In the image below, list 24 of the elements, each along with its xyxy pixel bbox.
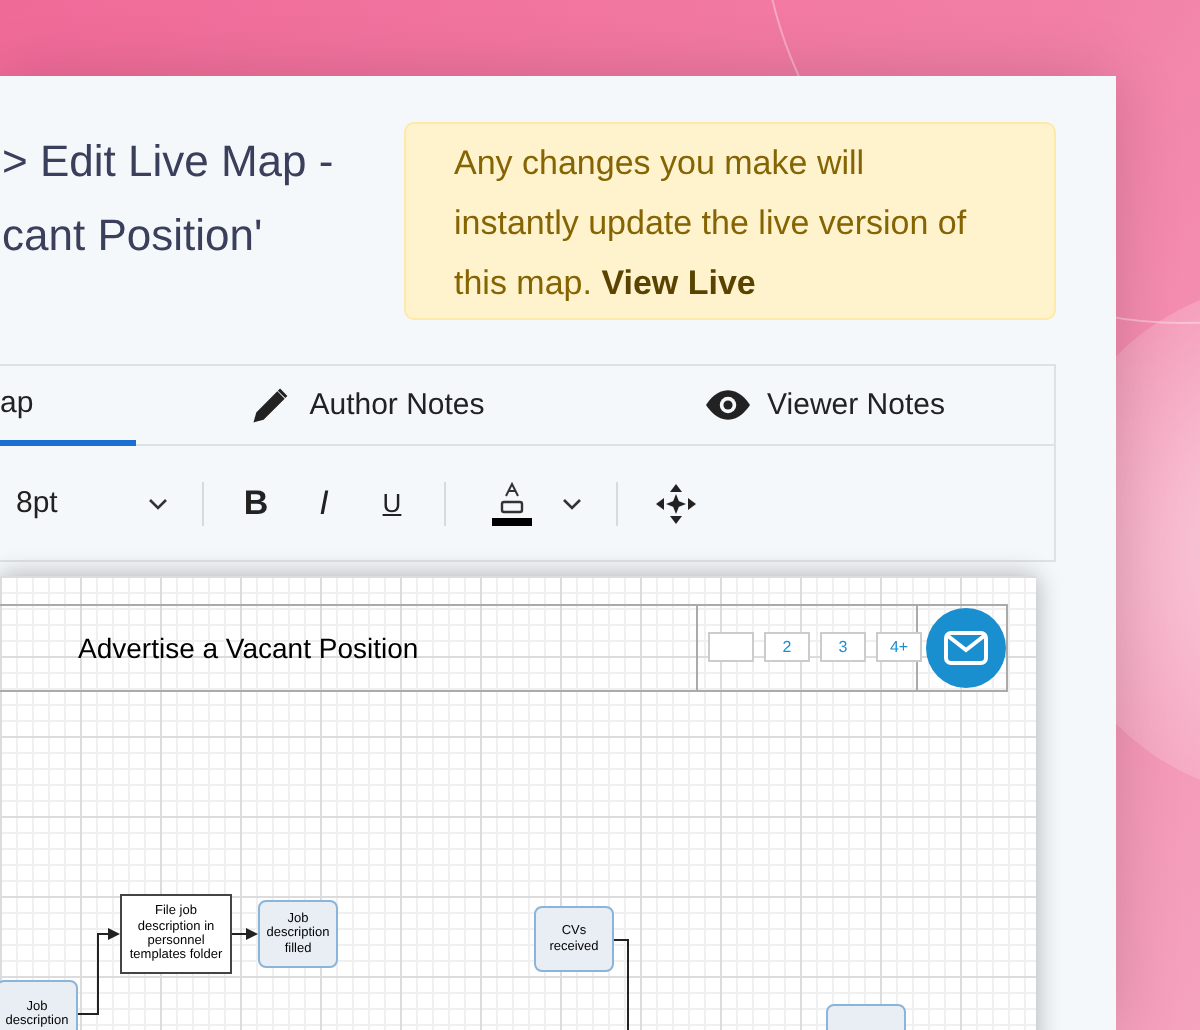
tab[interactable]: Viewer Notes — [596, 366, 1054, 444]
chevron-down-icon — [148, 497, 168, 509]
connector-arrow — [77, 928, 120, 1015]
notice-text: Any changes you make will instantly update the live version of this map. View Live — [454, 142, 969, 306]
page-link[interactable]: 2 — [764, 632, 810, 662]
tab[interactable]: ap — [0, 366, 136, 446]
map-title: Advertise a Vacant Position — [78, 632, 419, 664]
page-title: cant Position' — [2, 208, 265, 264]
italic-button[interactable]: I — [296, 475, 352, 531]
connector-line — [613, 939, 629, 1030]
page-title: > Edit Live Map - — [2, 134, 336, 190]
font-size-select[interactable]: 8pt — [0, 486, 184, 520]
underline-button[interactable]: U — [364, 475, 420, 531]
page-link[interactable]: 3 — [820, 632, 866, 662]
page-link[interactable]: 4+ — [876, 632, 922, 662]
text-color-icon[interactable] — [492, 481, 532, 525]
chevron-down-icon[interactable] — [562, 497, 582, 509]
eye-icon — [705, 390, 750, 420]
connector-arrow — [231, 928, 258, 940]
move-icon[interactable] — [656, 483, 696, 523]
tab[interactable]: Author Notes — [136, 366, 596, 444]
bold-button[interactable]: B — [228, 475, 284, 531]
view-live-link[interactable]: View Live — [601, 264, 756, 302]
mail-icon[interactable] — [926, 608, 1006, 688]
